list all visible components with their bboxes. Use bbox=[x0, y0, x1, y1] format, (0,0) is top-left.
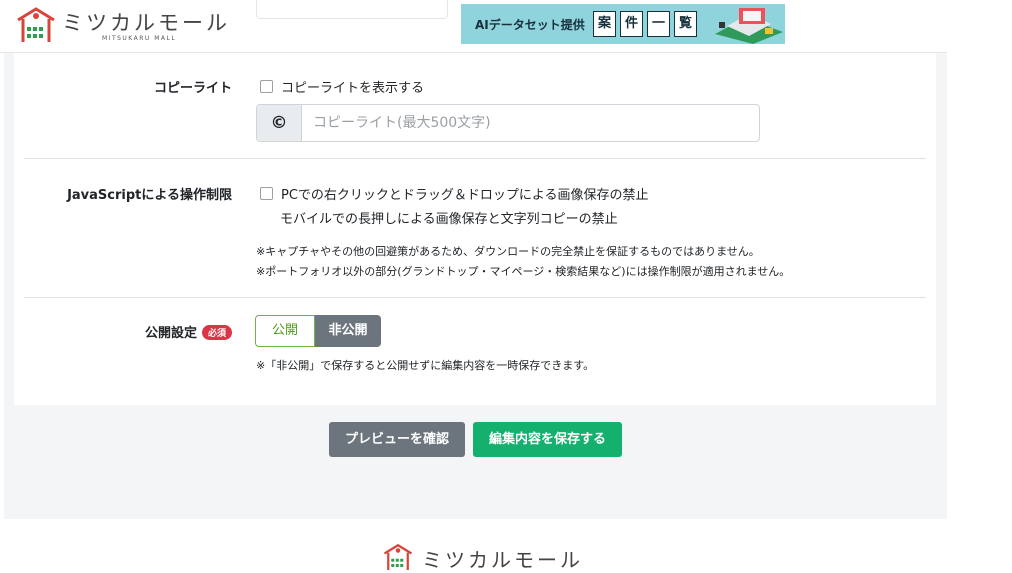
js-restriction-label: JavaScriptによる操作制限 bbox=[67, 188, 232, 203]
copyright-symbol-icon: © bbox=[257, 105, 302, 141]
settings-card: コピーライト コピーライトを表示する © コピーライト(最大500文字) Jav… bbox=[14, 53, 936, 405]
logo-text: ミツカルモール bbox=[62, 11, 230, 35]
banner-box-1: 案 bbox=[593, 11, 616, 37]
banner-illustration-icon bbox=[715, 8, 783, 44]
publish-option-public[interactable]: 公開 bbox=[255, 315, 315, 347]
required-badge: 必須 bbox=[201, 325, 232, 340]
ad-banner[interactable]: AIデータセット提供 案 件 一 覧 bbox=[461, 4, 785, 44]
publish-note: ※「非公開」で保存すると公開せずに編集内容を一時保存できます。 bbox=[256, 359, 595, 372]
publish-option-private[interactable]: 非公開 bbox=[315, 315, 381, 347]
logo-subtext: MITSUKARU MALL bbox=[102, 35, 177, 42]
banner-box-3: 一 bbox=[647, 11, 670, 37]
save-button[interactable]: 編集内容を保存する bbox=[473, 422, 622, 457]
logo-house-icon bbox=[17, 7, 55, 42]
publish-label-row: 公開設定 必須 bbox=[145, 322, 232, 341]
copyright-input[interactable]: コピーライト(最大500文字) bbox=[313, 105, 491, 141]
banner-text: AIデータセット提供 bbox=[475, 18, 585, 32]
site-header: ミツカルモール MITSUKARU MALL AIデータセット提供 案 件 一 … bbox=[0, 0, 947, 53]
divider bbox=[24, 158, 926, 159]
copyright-checkbox[interactable] bbox=[260, 80, 273, 93]
copyright-checkbox-row[interactable]: コピーライトを表示する bbox=[260, 77, 424, 96]
copyright-input-group[interactable]: © コピーライト(最大500文字) bbox=[256, 104, 760, 142]
main-content: コピーライト コピーライトを表示する © コピーライト(最大500文字) Jav… bbox=[4, 53, 947, 519]
js-restriction-checkbox-row[interactable]: PCでの右クリックとドラッグ＆ドロップによる画像保存の禁止 bbox=[260, 184, 649, 203]
js-restriction-note-1: ※キャプチャやその他の回避策があるため、ダウンロードの完全禁止を保証するものでは… bbox=[256, 245, 760, 258]
publish-label: 公開設定 bbox=[144, 326, 197, 341]
preview-button[interactable]: プレビューを確認 bbox=[329, 422, 465, 457]
site-logo[interactable]: ミツカルモール MITSUKARU MALL bbox=[14, 6, 227, 46]
banner-box-4: 覧 bbox=[674, 11, 697, 37]
footer-logo[interactable]: ミツカルモール bbox=[378, 543, 588, 573]
header-search-input[interactable] bbox=[256, 0, 448, 19]
divider bbox=[24, 297, 926, 298]
js-restriction-note-2: ※ポートフォリオ以外の部分(グランドトップ・マイページ・検索結果など)には操作制… bbox=[256, 265, 791, 278]
js-restriction-checkbox[interactable] bbox=[260, 187, 273, 200]
js-restriction-line1: PCでの右クリックとドラッグ＆ドロップによる画像保存の禁止 bbox=[281, 188, 649, 203]
copyright-label: コピーライト bbox=[153, 81, 232, 96]
publish-toggle: 公開 非公開 bbox=[255, 315, 381, 347]
js-restriction-line2: モバイルでの長押しによる画像保存と文字列コピーの禁止 bbox=[280, 212, 618, 227]
banner-box-2: 件 bbox=[620, 11, 643, 37]
footer-logo-text: ミツカルモール bbox=[422, 548, 583, 572]
copyright-checkbox-label: コピーライトを表示する bbox=[281, 81, 425, 96]
footer-logo-house-icon bbox=[383, 543, 413, 570]
